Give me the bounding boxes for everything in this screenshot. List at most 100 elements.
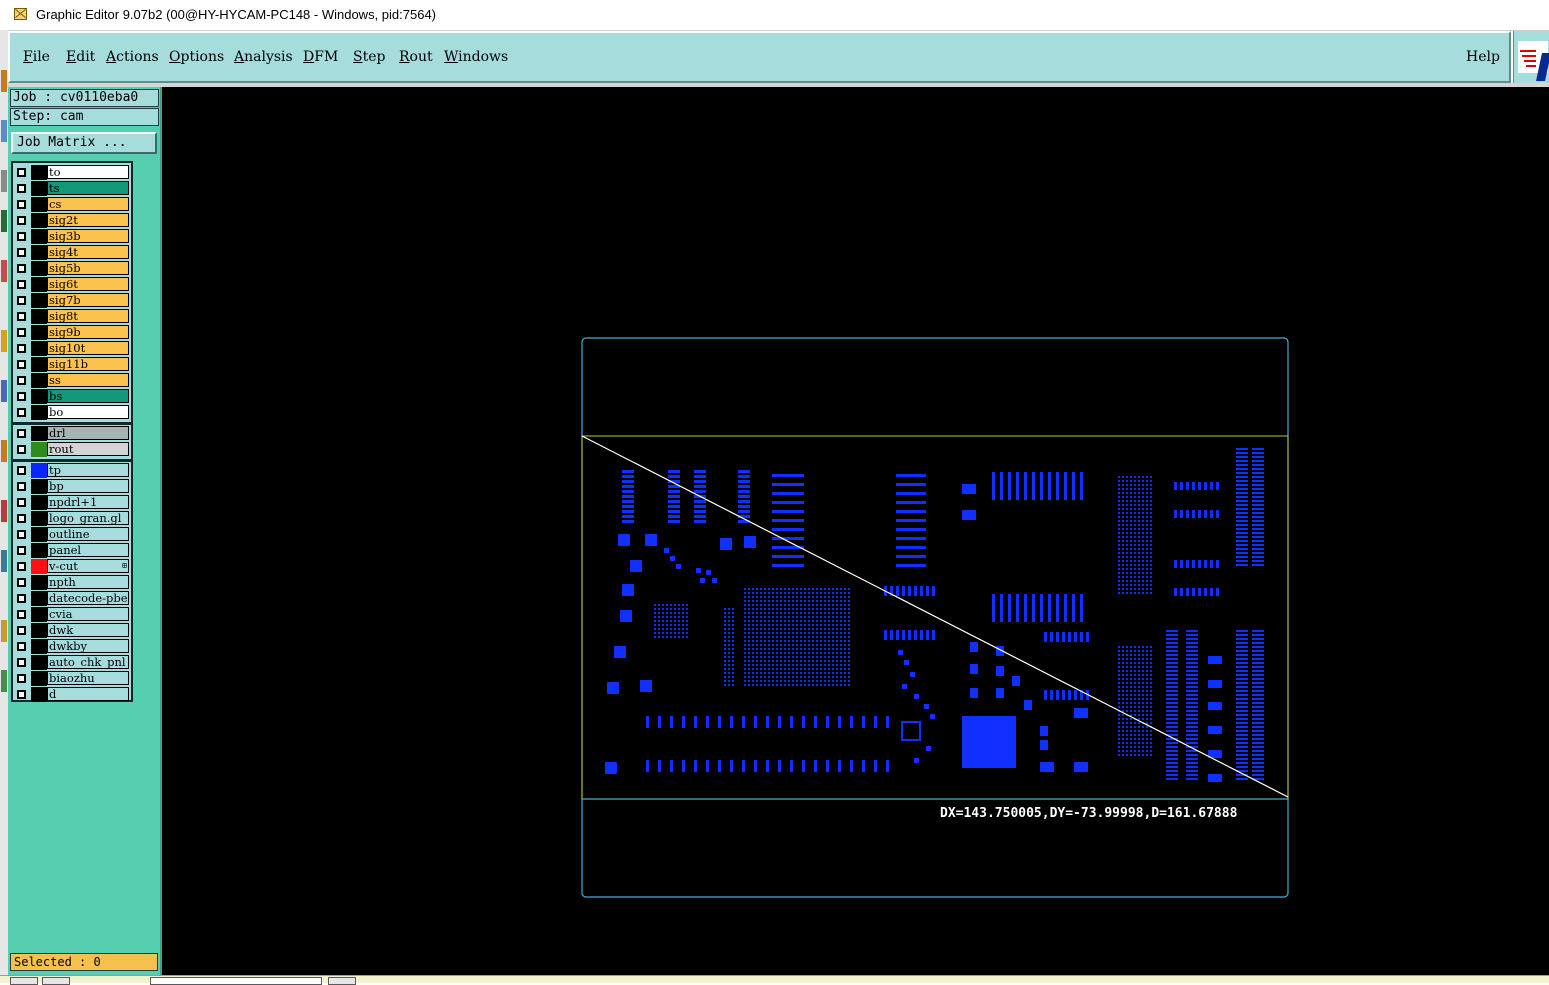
layer-row-sig5b[interactable]: sig5b <box>13 261 131 276</box>
layer-name[interactable]: cvia <box>47 607 129 621</box>
layer-name[interactable]: sig4t <box>47 245 129 259</box>
layer-name[interactable]: rout <box>47 442 129 456</box>
layer-row-cs[interactable]: cs <box>13 197 131 212</box>
layer-checkbox[interactable] <box>17 408 26 417</box>
layer-checkbox[interactable] <box>17 466 26 475</box>
layer-row-sig6t[interactable]: sig6t <box>13 277 131 292</box>
layer-name[interactable]: dwkby <box>47 639 129 653</box>
layer-color-swatch[interactable] <box>31 591 47 606</box>
layer-checkbox[interactable] <box>17 264 26 273</box>
layer-color-swatch[interactable] <box>31 293 47 308</box>
layer-name[interactable]: npdrl+1 <box>47 495 129 509</box>
layer-name[interactable]: sig6t <box>47 277 129 291</box>
layer-row-ts[interactable]: ts <box>13 181 131 196</box>
layer-name[interactable]: npth <box>47 575 129 589</box>
layer-row-bo[interactable]: bo <box>13 405 131 420</box>
layer-name[interactable]: auto_chk_pnl <box>47 655 129 669</box>
layer-name[interactable]: panel <box>47 543 129 557</box>
layer-name[interactable]: v-cut <box>47 559 129 573</box>
graphic-canvas[interactable]: DX=143.750005,DY=-73.99998,D=161.67888 <box>162 87 1549 975</box>
layer-row-auto_chk_pnl[interactable]: auto_chk_pnl <box>13 655 131 670</box>
layer-name[interactable]: sig8t <box>47 309 129 323</box>
layer-color-swatch[interactable] <box>31 165 47 180</box>
layer-name[interactable]: bp <box>47 479 129 493</box>
layer-color-swatch[interactable] <box>31 495 47 510</box>
layer-row-outline[interactable]: outline <box>13 527 131 542</box>
layer-checkbox[interactable] <box>17 562 26 571</box>
layer-color-swatch[interactable] <box>31 527 47 542</box>
layer-color-swatch[interactable] <box>31 229 47 244</box>
layer-checkbox[interactable] <box>17 312 26 321</box>
layer-color-swatch[interactable] <box>31 389 47 404</box>
layer-checkbox[interactable] <box>17 674 26 683</box>
layer-checkbox[interactable] <box>17 594 26 603</box>
layer-checkbox[interactable] <box>17 344 26 353</box>
layer-name[interactable]: sig7b <box>47 293 129 307</box>
layer-color-swatch[interactable] <box>31 405 47 420</box>
layer-row-tp[interactable]: tp <box>13 463 131 478</box>
menu-analysis[interactable]: Analysis <box>234 49 293 65</box>
layer-color-swatch[interactable] <box>31 197 47 212</box>
layer-row-sig9b[interactable]: sig9b <box>13 325 131 340</box>
layer-name[interactable]: ss <box>47 373 129 387</box>
layer-color-swatch[interactable] <box>31 623 47 638</box>
menu-options[interactable]: Options <box>169 49 224 65</box>
layer-row-sig4t[interactable]: sig4t <box>13 245 131 260</box>
layer-name[interactable]: datecode-pbe <box>47 591 129 605</box>
layer-checkbox[interactable] <box>17 392 26 401</box>
layer-row-datecode-pbe[interactable]: datecode-pbe <box>13 591 131 606</box>
layer-checkbox[interactable] <box>17 546 26 555</box>
layer-color-swatch[interactable] <box>31 559 47 574</box>
layer-name[interactable]: sig9b <box>47 325 129 339</box>
layer-checkbox[interactable] <box>17 280 26 289</box>
layer-name[interactable]: tp <box>47 463 129 477</box>
layer-color-swatch[interactable] <box>31 325 47 340</box>
layer-checkbox[interactable] <box>17 200 26 209</box>
menu-file[interactable]: File <box>23 49 50 65</box>
menu-help[interactable]: Help <box>1466 49 1500 65</box>
menu-step[interactable]: Step <box>353 49 385 65</box>
layer-color-swatch[interactable] <box>31 341 47 356</box>
layer-checkbox[interactable] <box>17 610 26 619</box>
layer-row-sig7b[interactable]: sig7b <box>13 293 131 308</box>
layer-checkbox[interactable] <box>17 328 26 337</box>
layer-name[interactable]: cs <box>47 197 129 211</box>
layer-color-swatch[interactable] <box>31 655 47 670</box>
layer-color-swatch[interactable] <box>31 442 47 457</box>
layer-color-swatch[interactable] <box>31 479 47 494</box>
layer-color-swatch[interactable] <box>31 687 47 702</box>
layer-color-swatch[interactable] <box>31 575 47 590</box>
layer-name[interactable]: sig3b <box>47 229 129 243</box>
layer-checkbox[interactable] <box>17 530 26 539</box>
layer-checkbox[interactable] <box>17 376 26 385</box>
layer-row-panel[interactable]: panel <box>13 543 131 558</box>
layer-color-swatch[interactable] <box>31 639 47 654</box>
layer-row-logo_gran.gl[interactable]: logo_gran.gl <box>13 511 131 526</box>
layer-row-npth[interactable]: npth <box>13 575 131 590</box>
layer-checkbox[interactable] <box>17 248 26 257</box>
layer-checkbox[interactable] <box>17 184 26 193</box>
layer-row-sig11b[interactable]: sig11b <box>13 357 131 372</box>
layer-color-swatch[interactable] <box>31 426 47 441</box>
layer-checkbox[interactable] <box>17 578 26 587</box>
job-matrix-button[interactable]: Job Matrix ... <box>11 132 157 154</box>
layer-checkbox[interactable] <box>17 296 26 305</box>
layer-checkbox[interactable] <box>17 690 26 699</box>
layer-color-swatch[interactable] <box>31 463 47 478</box>
layer-checkbox[interactable] <box>17 360 26 369</box>
layer-row-ss[interactable]: ss <box>13 373 131 388</box>
layer-name[interactable]: biaozhu <box>47 671 129 685</box>
layer-row-v-cut[interactable]: v-cut ⊞ <box>13 559 131 574</box>
layer-checkbox[interactable] <box>17 642 26 651</box>
layer-name[interactable]: logo_gran.gl <box>47 511 129 525</box>
layer-color-swatch[interactable] <box>31 213 47 228</box>
layer-checkbox[interactable] <box>17 216 26 225</box>
layer-checkbox[interactable] <box>17 429 26 438</box>
layer-row-cvia[interactable]: cvia <box>13 607 131 622</box>
layer-checkbox[interactable] <box>17 514 26 523</box>
layer-color-swatch[interactable] <box>31 511 47 526</box>
layer-checkbox[interactable] <box>17 482 26 491</box>
layer-row-dwk[interactable]: dwk <box>13 623 131 638</box>
menu-actions[interactable]: Actions <box>106 49 159 65</box>
layer-color-swatch[interactable] <box>31 245 47 260</box>
